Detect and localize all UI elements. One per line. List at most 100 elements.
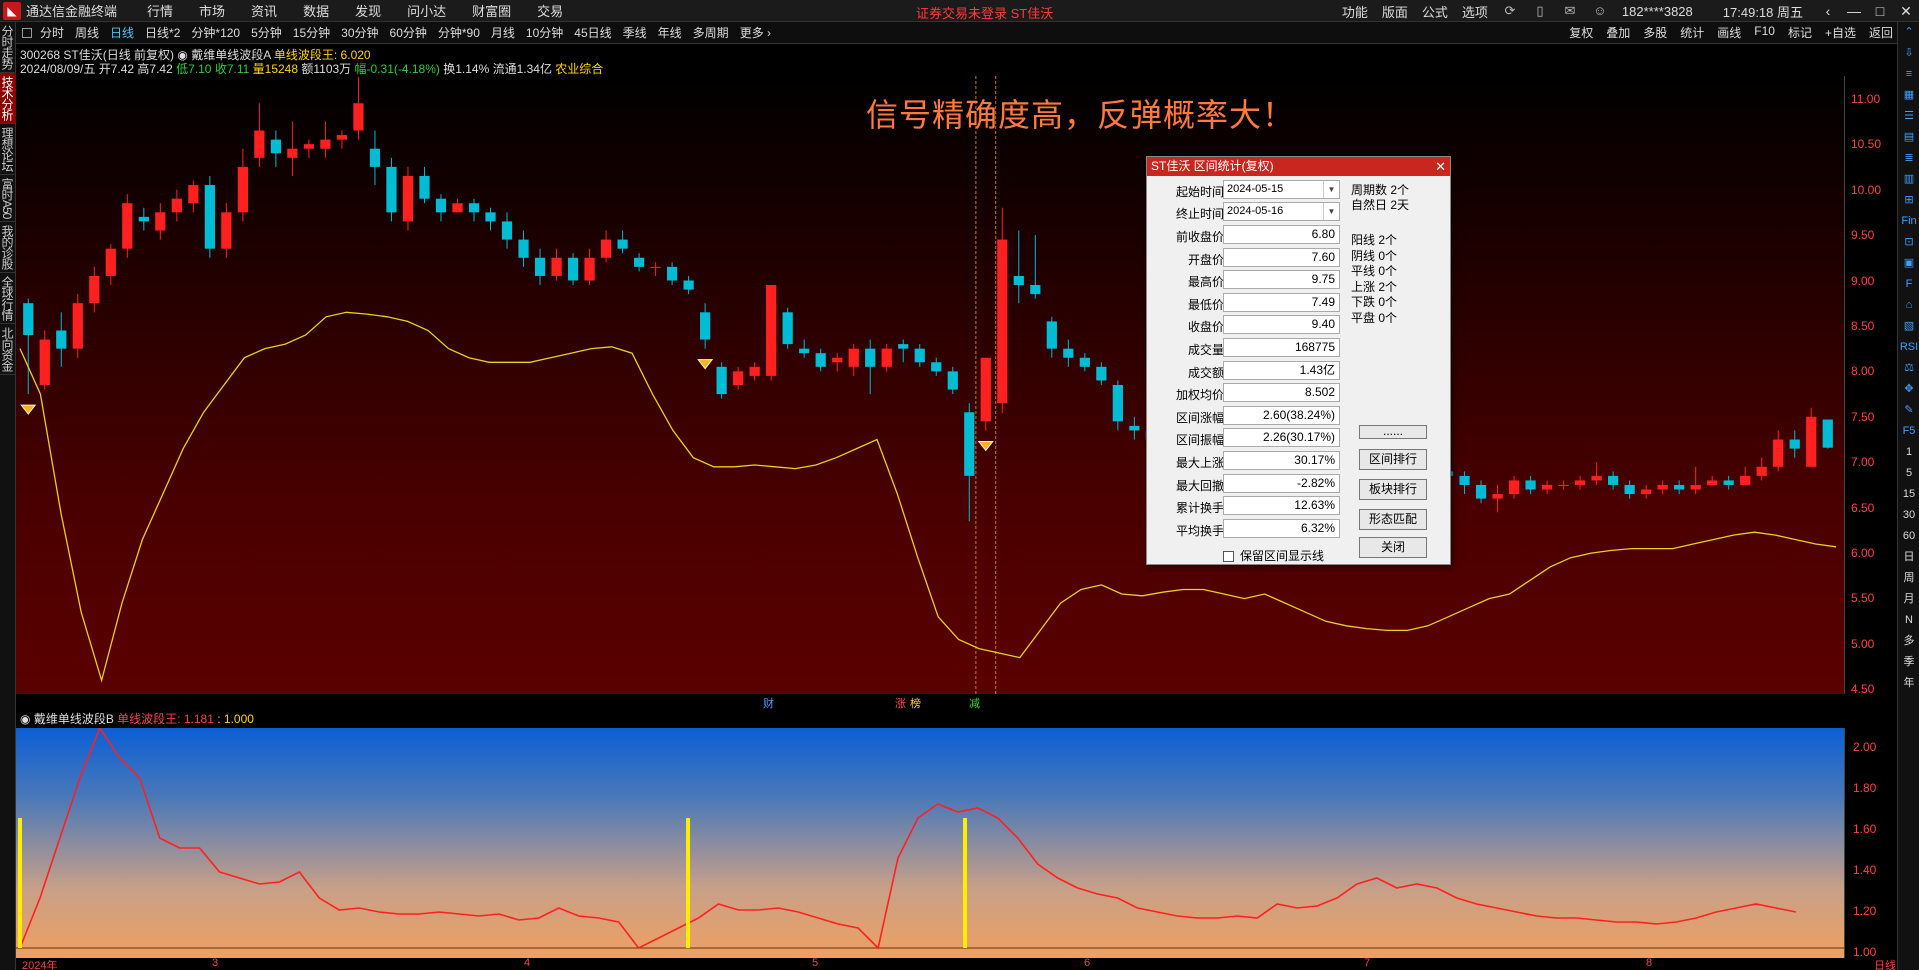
right-tool-icon[interactable]: ≣ — [1898, 148, 1919, 169]
menu-news[interactable]: 资讯 — [251, 1, 277, 20]
right-tool-icon[interactable]: ⊡ — [1898, 232, 1919, 253]
keep-range-line-checkbox[interactable]: 保留区间显示线 — [1223, 547, 1324, 564]
tab-global[interactable]: 全球行情 — [0, 273, 16, 325]
period-min30[interactable]: 30分钟 — [341, 24, 378, 41]
tool-add-watchlist[interactable]: +自选 — [1825, 24, 1856, 41]
event-marker-list[interactable]: 榜 — [909, 695, 922, 711]
indicator-b-name[interactable]: 戴维单线波段B — [34, 712, 114, 726]
tab-diagnosis[interactable]: 我的诊股 — [0, 222, 16, 274]
sector-link[interactable]: 农业综合 — [555, 62, 603, 76]
event-marker-finance[interactable]: 财 — [762, 695, 775, 711]
tool-mark[interactable]: 标记 — [1788, 24, 1812, 41]
phone-icon[interactable]: ▯ — [1532, 3, 1548, 19]
refresh-icon[interactable]: ⟳ — [1502, 3, 1518, 19]
period-min10[interactable]: 10分钟 — [526, 24, 563, 41]
right-tool-icon[interactable]: ▤ — [1898, 127, 1919, 148]
maximize-icon[interactable]: □ — [1867, 3, 1893, 19]
period-day[interactable]: 日线 — [110, 24, 134, 41]
period-intraday[interactable]: 分时 — [40, 24, 64, 41]
menu-layout[interactable]: 版面 — [1382, 2, 1408, 21]
tab-forum[interactable]: 理想论坛 — [0, 124, 16, 175]
tab-intraday[interactable]: 分时走势 — [0, 22, 16, 73]
right-tool-icon[interactable]: RSI — [1898, 337, 1919, 358]
pattern-match-button[interactable]: 形态匹配 — [1359, 509, 1427, 530]
event-marker-reduce[interactable]: 减 — [968, 695, 981, 711]
range-rank-button[interactable]: 区间排行 — [1359, 449, 1427, 470]
right-tool-icon[interactable]: F5 — [1898, 421, 1919, 442]
right-tool-icon[interactable]: 1 — [1898, 442, 1919, 463]
back-icon[interactable]: ‹ — [1815, 3, 1841, 19]
right-tool-icon[interactable]: 15 — [1898, 484, 1919, 505]
menu-wealth[interactable]: 财富圈 — [472, 1, 511, 20]
right-tool-icon[interactable]: Fin — [1898, 211, 1919, 232]
right-tool-icon[interactable]: ✎ — [1898, 400, 1919, 421]
user-icon[interactable]: ☺ — [1592, 3, 1608, 19]
right-tool-icon[interactable]: 月 — [1898, 589, 1919, 610]
right-tool-icon[interactable]: ⊞ — [1898, 190, 1919, 211]
user-account[interactable]: 182****3828 — [1622, 4, 1693, 19]
layout-toggle-icon[interactable] — [22, 27, 32, 38]
main-price-chart[interactable]: ↖11.19 — [16, 76, 1844, 694]
period-min60[interactable]: 60分钟 — [390, 24, 427, 41]
right-tool-icon[interactable]: ≡ — [1898, 64, 1919, 85]
tool-f10[interactable]: F10 — [1754, 24, 1775, 41]
right-tool-icon[interactable]: F — [1898, 274, 1919, 295]
close-button[interactable]: 关闭 — [1359, 537, 1427, 558]
menu-exchange[interactable]: 市场 — [199, 1, 225, 20]
period-min120[interactable]: 分钟*120 — [191, 24, 240, 41]
right-tool-icon[interactable]: 周 — [1898, 568, 1919, 589]
tool-multi-stock[interactable]: 多股 — [1643, 24, 1667, 41]
chevron-down-icon[interactable]: ▼ — [1323, 181, 1339, 198]
event-marker-limitup[interactable]: 涨 — [894, 695, 907, 711]
tool-overlay[interactable]: 叠加 — [1606, 24, 1630, 41]
period-quarter[interactable]: 季线 — [623, 24, 647, 41]
menu-market[interactable]: 行情 — [147, 1, 173, 20]
menu-formula[interactable]: 公式 — [1422, 2, 1448, 21]
period-year[interactable]: 年线 — [658, 24, 682, 41]
right-tool-icon[interactable]: N — [1898, 610, 1919, 631]
tab-a50[interactable]: 富时A50 — [0, 175, 16, 223]
right-tool-icon[interactable]: ✥ — [1898, 379, 1919, 400]
period-day-x2[interactable]: 日线*2 — [145, 24, 180, 41]
mail-icon[interactable]: ✉ — [1562, 3, 1578, 19]
right-tool-icon[interactable]: 日 — [1898, 547, 1919, 568]
checkbox-box[interactable] — [1223, 551, 1234, 562]
indicator-chart[interactable] — [16, 726, 1844, 958]
tool-stats[interactable]: 统计 — [1680, 24, 1704, 41]
period-min90[interactable]: 分钟*90 — [438, 24, 480, 41]
right-tool-icon[interactable]: 30 — [1898, 505, 1919, 526]
chevron-down-icon[interactable]: ▼ — [1323, 203, 1339, 220]
period-more[interactable]: 更多 › — [740, 24, 771, 41]
menu-options[interactable]: 选项 — [1462, 2, 1488, 21]
tool-adjust[interactable]: 复权 — [1569, 24, 1593, 41]
period-min5[interactable]: 5分钟 — [251, 24, 282, 41]
period-min15[interactable]: 15分钟 — [293, 24, 330, 41]
menu-discover[interactable]: 发现 — [355, 1, 381, 20]
right-tool-icon[interactable]: ⌃ — [1898, 22, 1919, 43]
right-tool-icon[interactable]: ▦ — [1898, 85, 1919, 106]
close-icon[interactable]: ✕ — [1893, 3, 1919, 20]
period-week[interactable]: 周线 — [75, 24, 99, 41]
right-tool-icon[interactable]: ⚖ — [1898, 358, 1919, 379]
dialog-close-icon[interactable]: ✕ — [1435, 157, 1446, 176]
minimize-icon[interactable]: — — [1841, 3, 1867, 19]
tool-back[interactable]: 返回 — [1869, 24, 1893, 41]
right-tool-icon[interactable]: ☰ — [1898, 106, 1919, 127]
menu-data[interactable]: 数据 — [303, 1, 329, 20]
right-tool-icon[interactable]: ▣ — [1898, 253, 1919, 274]
period-day45[interactable]: 45日线 — [574, 24, 611, 41]
right-tool-icon[interactable]: 5 — [1898, 463, 1919, 484]
indicator-gear-icon-b[interactable]: ◉ — [20, 712, 34, 726]
right-tool-icon[interactable]: 多 — [1898, 631, 1919, 652]
tab-northbound[interactable]: 北向资金 — [0, 324, 16, 376]
period-month[interactable]: 月线 — [491, 24, 515, 41]
right-tool-icon[interactable]: 60 — [1898, 526, 1919, 547]
right-tool-icon[interactable]: ⌂ — [1898, 295, 1919, 316]
tab-technical[interactable]: 技术分析 — [0, 73, 16, 124]
menu-trade[interactable]: 交易 — [537, 1, 563, 20]
right-tool-icon[interactable]: 季 — [1898, 652, 1919, 673]
right-tool-icon[interactable]: ▥ — [1898, 169, 1919, 190]
more-button[interactable]: ...... — [1359, 425, 1427, 439]
right-tool-icon[interactable]: ⇩ — [1898, 43, 1919, 64]
menu-function[interactable]: 功能 — [1342, 2, 1368, 21]
